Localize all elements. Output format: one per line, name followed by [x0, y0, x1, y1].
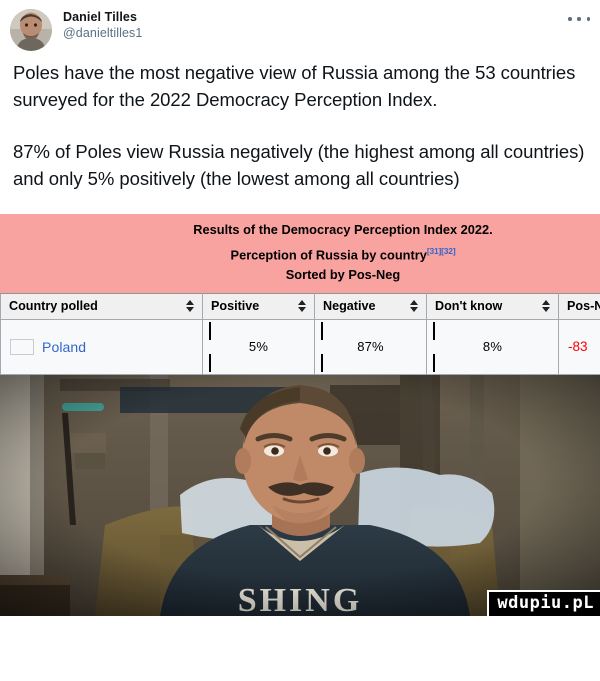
- table-row: Poland 5% 87% 8% -83: [0, 318, 600, 375]
- table-header-row: Country polled Positive Negative Don't k…: [0, 292, 600, 320]
- caption-line-1: Results of the Democracy Perception Inde…: [193, 222, 493, 237]
- sort-icon-dont-know[interactable]: [542, 300, 550, 312]
- cell-pos-neg: -83: [558, 318, 600, 375]
- column-header-negative-label: Negative: [323, 298, 376, 313]
- dot-2: [577, 17, 581, 21]
- column-header-negative[interactable]: Negative: [314, 292, 427, 320]
- bar-negative: 87%: [321, 321, 420, 372]
- cell-negative: 87%: [314, 318, 427, 375]
- cell-country: Poland: [0, 318, 203, 375]
- table-head: Country polled Positive Negative Don't k…: [0, 292, 600, 320]
- column-header-pos-neg[interactable]: Pos-Neg: [558, 292, 600, 320]
- results-table: Results of the Democracy Perception Inde…: [0, 214, 600, 375]
- display-name[interactable]: Daniel Tilles: [63, 10, 142, 25]
- bar-label-dont-know: 8%: [482, 338, 503, 354]
- more-options-icon[interactable]: [568, 12, 590, 26]
- bar-label-positive: 5%: [248, 338, 269, 354]
- column-header-country-polled[interactable]: Country polled: [0, 292, 203, 320]
- sort-icon-negative[interactable]: [410, 300, 418, 312]
- bar-dont-know: 8%: [433, 321, 552, 372]
- caption-line-2-text: Perception of Russia by country: [230, 246, 427, 262]
- column-header-dont-know[interactable]: Don't know: [426, 292, 559, 320]
- attached-photo[interactable]: SHING: [0, 374, 600, 616]
- caption-line-2: Perception of Russia by country[31][32]: [4, 241, 600, 266]
- caption-line-3: Sorted by Pos-Neg: [285, 267, 401, 283]
- tweet-paragraph-2: 87% of Poles view Russia negatively (the…: [13, 141, 585, 189]
- dot-1: [568, 17, 572, 21]
- poland-flag-icon: [10, 338, 34, 355]
- bar-label-negative: 87%: [357, 338, 384, 354]
- cell-positive: 5%: [202, 318, 315, 375]
- cell-dont-know: 8%: [426, 318, 559, 375]
- column-header-positive-label: Positive: [211, 298, 260, 313]
- country-link-poland[interactable]: Poland: [42, 339, 86, 355]
- bar-positive: 5%: [209, 321, 308, 372]
- sort-icon-positive[interactable]: [298, 300, 306, 312]
- tweet-screenshot: Daniel Tilles @danieltilles1 Poles have …: [0, 0, 600, 681]
- watermark: wdupiu.pL: [487, 589, 600, 616]
- avatar[interactable]: [10, 9, 52, 51]
- tweet-paragraph-1: Poles have the most negative view of Rus…: [13, 62, 576, 110]
- user-info: Daniel Tilles @danieltilles1: [63, 9, 142, 40]
- column-header-dont-know-label: Don't know: [435, 298, 503, 313]
- tweet-header: Daniel Tilles @danieltilles1: [0, 0, 600, 51]
- table-body: Poland 5% 87% 8% -83: [0, 318, 600, 375]
- tweet-text: Poles have the most negative view of Rus…: [0, 50, 600, 192]
- table-caption: Results of the Democracy Perception Inde…: [0, 214, 600, 293]
- column-header-pos-neg-label: Pos-Neg: [567, 298, 600, 313]
- dot-3: [586, 17, 590, 21]
- caption-references[interactable]: [31][32]: [427, 246, 456, 256]
- column-header-country-polled-label: Country polled: [9, 298, 98, 313]
- sort-icon-country-polled[interactable]: [186, 300, 194, 312]
- column-header-positive[interactable]: Positive: [202, 292, 315, 320]
- user-handle[interactable]: @danieltilles1: [63, 26, 142, 41]
